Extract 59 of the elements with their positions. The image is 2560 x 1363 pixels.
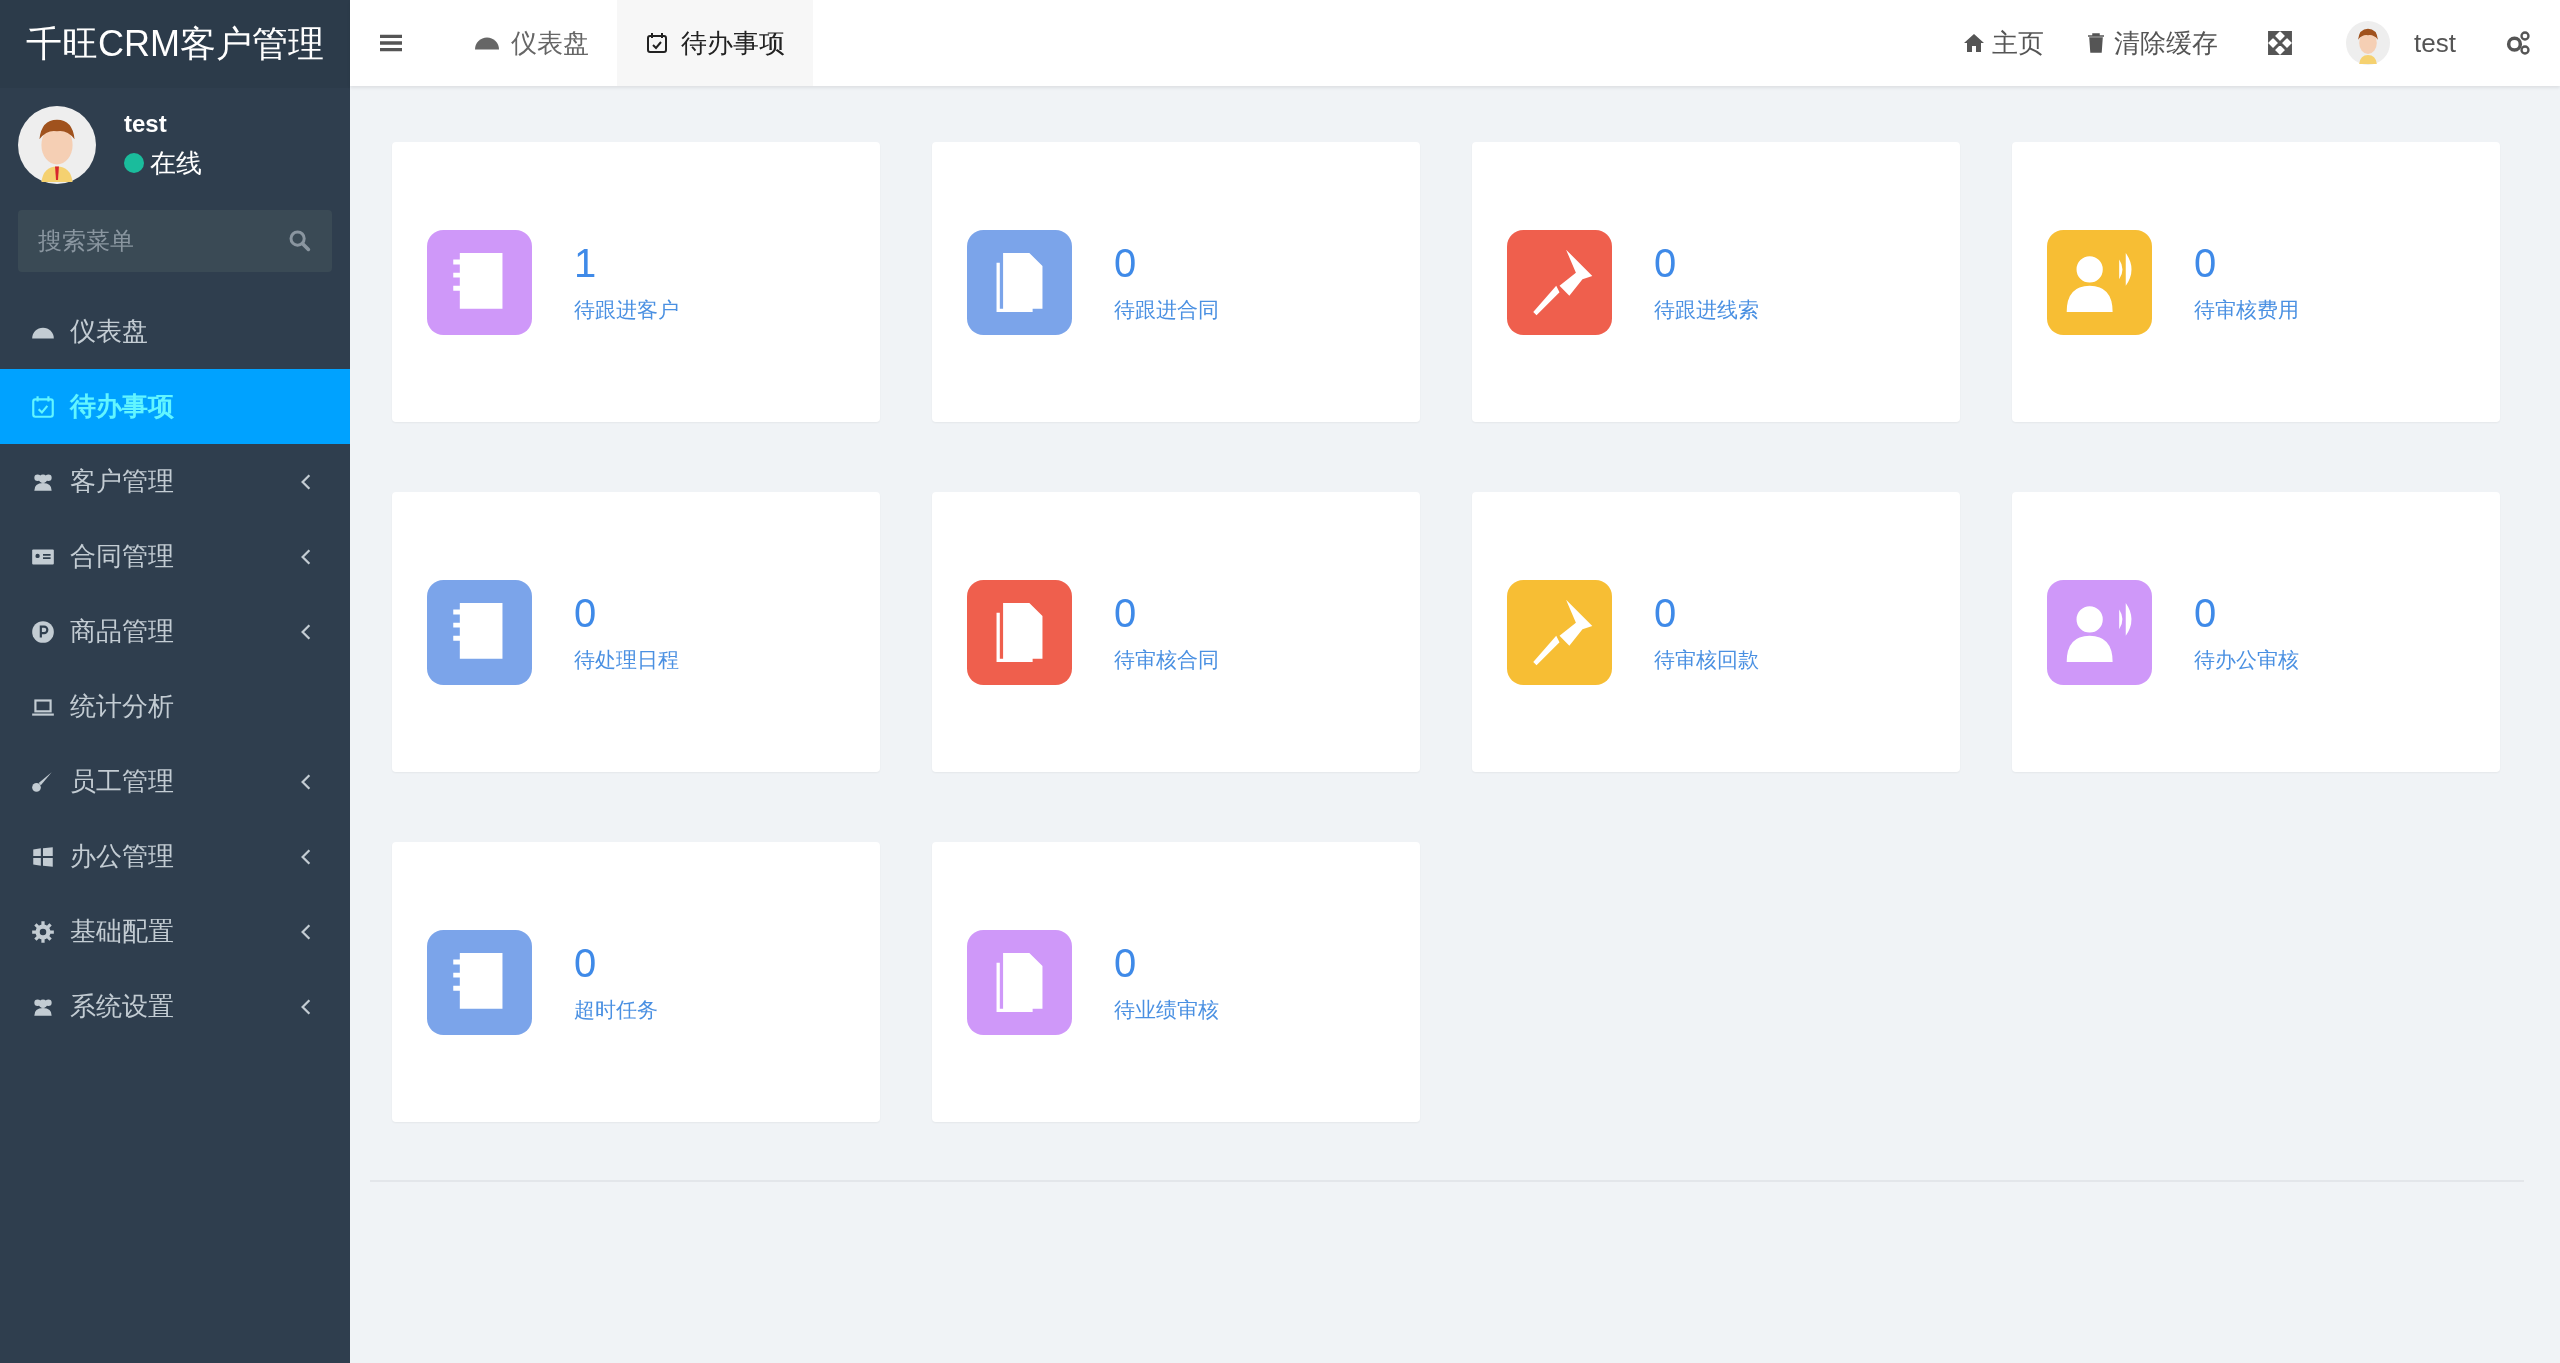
card-count: 0 [2194,590,2218,636]
card-label: 待审核回款 [1654,646,1759,673]
stat-card[interactable]: 0 待审核合同 [932,492,1420,772]
stat-card[interactable]: 0 待处理日程 [392,492,880,772]
toolbar-link[interactable]: 主页 [1962,25,2045,61]
sidebar-item[interactable]: 商品管理 [0,594,350,669]
settings-icon[interactable] [2504,29,2532,57]
avatar-icon [2346,21,2391,65]
menu-icon[interactable] [380,34,402,52]
fullscreen-icon[interactable] [2266,29,2295,57]
toolbar-link[interactable]: 清除缓存 [2084,25,2219,61]
stat-card[interactable]: 1 待跟进客户 [392,142,880,422]
user-name: test [124,109,168,138]
sidebar-item[interactable]: 合同管理 [0,519,350,594]
dashboard-icon [475,36,499,50]
card-count: 0 [2194,240,2218,286]
menu-icon [30,393,56,420]
avatar-icon [18,106,96,184]
sidebar-item[interactable]: 员工管理 [0,744,350,819]
calendar-icon [645,31,669,55]
card-count: 0 [574,940,598,986]
card-label: 待跟进客户 [574,296,679,323]
stat-card[interactable]: 0 待跟进线索 [1472,142,1960,422]
sidebar-item[interactable]: 统计分析 [0,669,350,744]
stat-card[interactable]: 0 超时任务 [392,842,880,1122]
sidebar-item[interactable]: 系统设置 [0,969,350,1044]
card-label: 待业绩审核 [1114,996,1219,1023]
card-label: 待处理日程 [574,646,679,673]
card-count: 0 [1654,590,1678,636]
search-icon[interactable] [288,229,312,253]
card-count: 0 [1114,940,1138,986]
sidebar-item[interactable]: 仪表盘 [0,294,350,369]
user-status: 在线 [150,146,202,180]
card-label: 待审核费用 [2194,296,2299,323]
stat-card[interactable]: 0 待审核费用 [2012,142,2500,422]
menu-search-field[interactable]: 搜索菜单 [18,210,332,272]
stat-card[interactable]: 0 待业绩审核 [932,842,1420,1122]
sidebar-item[interactable]: 客户管理 [0,444,350,519]
sidebar-item[interactable]: 基础配置 [0,894,350,969]
stat-card[interactable]: 0 待审核回款 [1472,492,1960,772]
stat-card[interactable]: 0 待跟进合同 [932,142,1420,422]
card-label: 待跟进线索 [1654,296,1759,323]
card-label: 待跟进合同 [1114,296,1219,323]
card-count: 0 [574,590,598,636]
card-count: 0 [1114,590,1138,636]
tab[interactable]: 仪表盘 [447,0,617,86]
user-menu[interactable]: test [2414,27,2456,59]
sidebar-item[interactable]: 办公管理 [0,819,350,894]
tab[interactable]: 待办事项 [617,0,813,86]
card-label: 待审核合同 [1114,646,1219,673]
card-count: 0 [1654,240,1678,286]
stat-card[interactable]: 0 待办公审核 [2012,492,2500,772]
menu-icon [30,918,56,945]
card-label: 待办公审核 [2194,646,2299,673]
card-count: 1 [574,240,598,286]
card-label: 超时任务 [574,996,658,1023]
card-count: 0 [1114,240,1138,286]
app-logo: 千旺CRM客户管理 [0,0,350,88]
menu-icon [30,618,56,645]
